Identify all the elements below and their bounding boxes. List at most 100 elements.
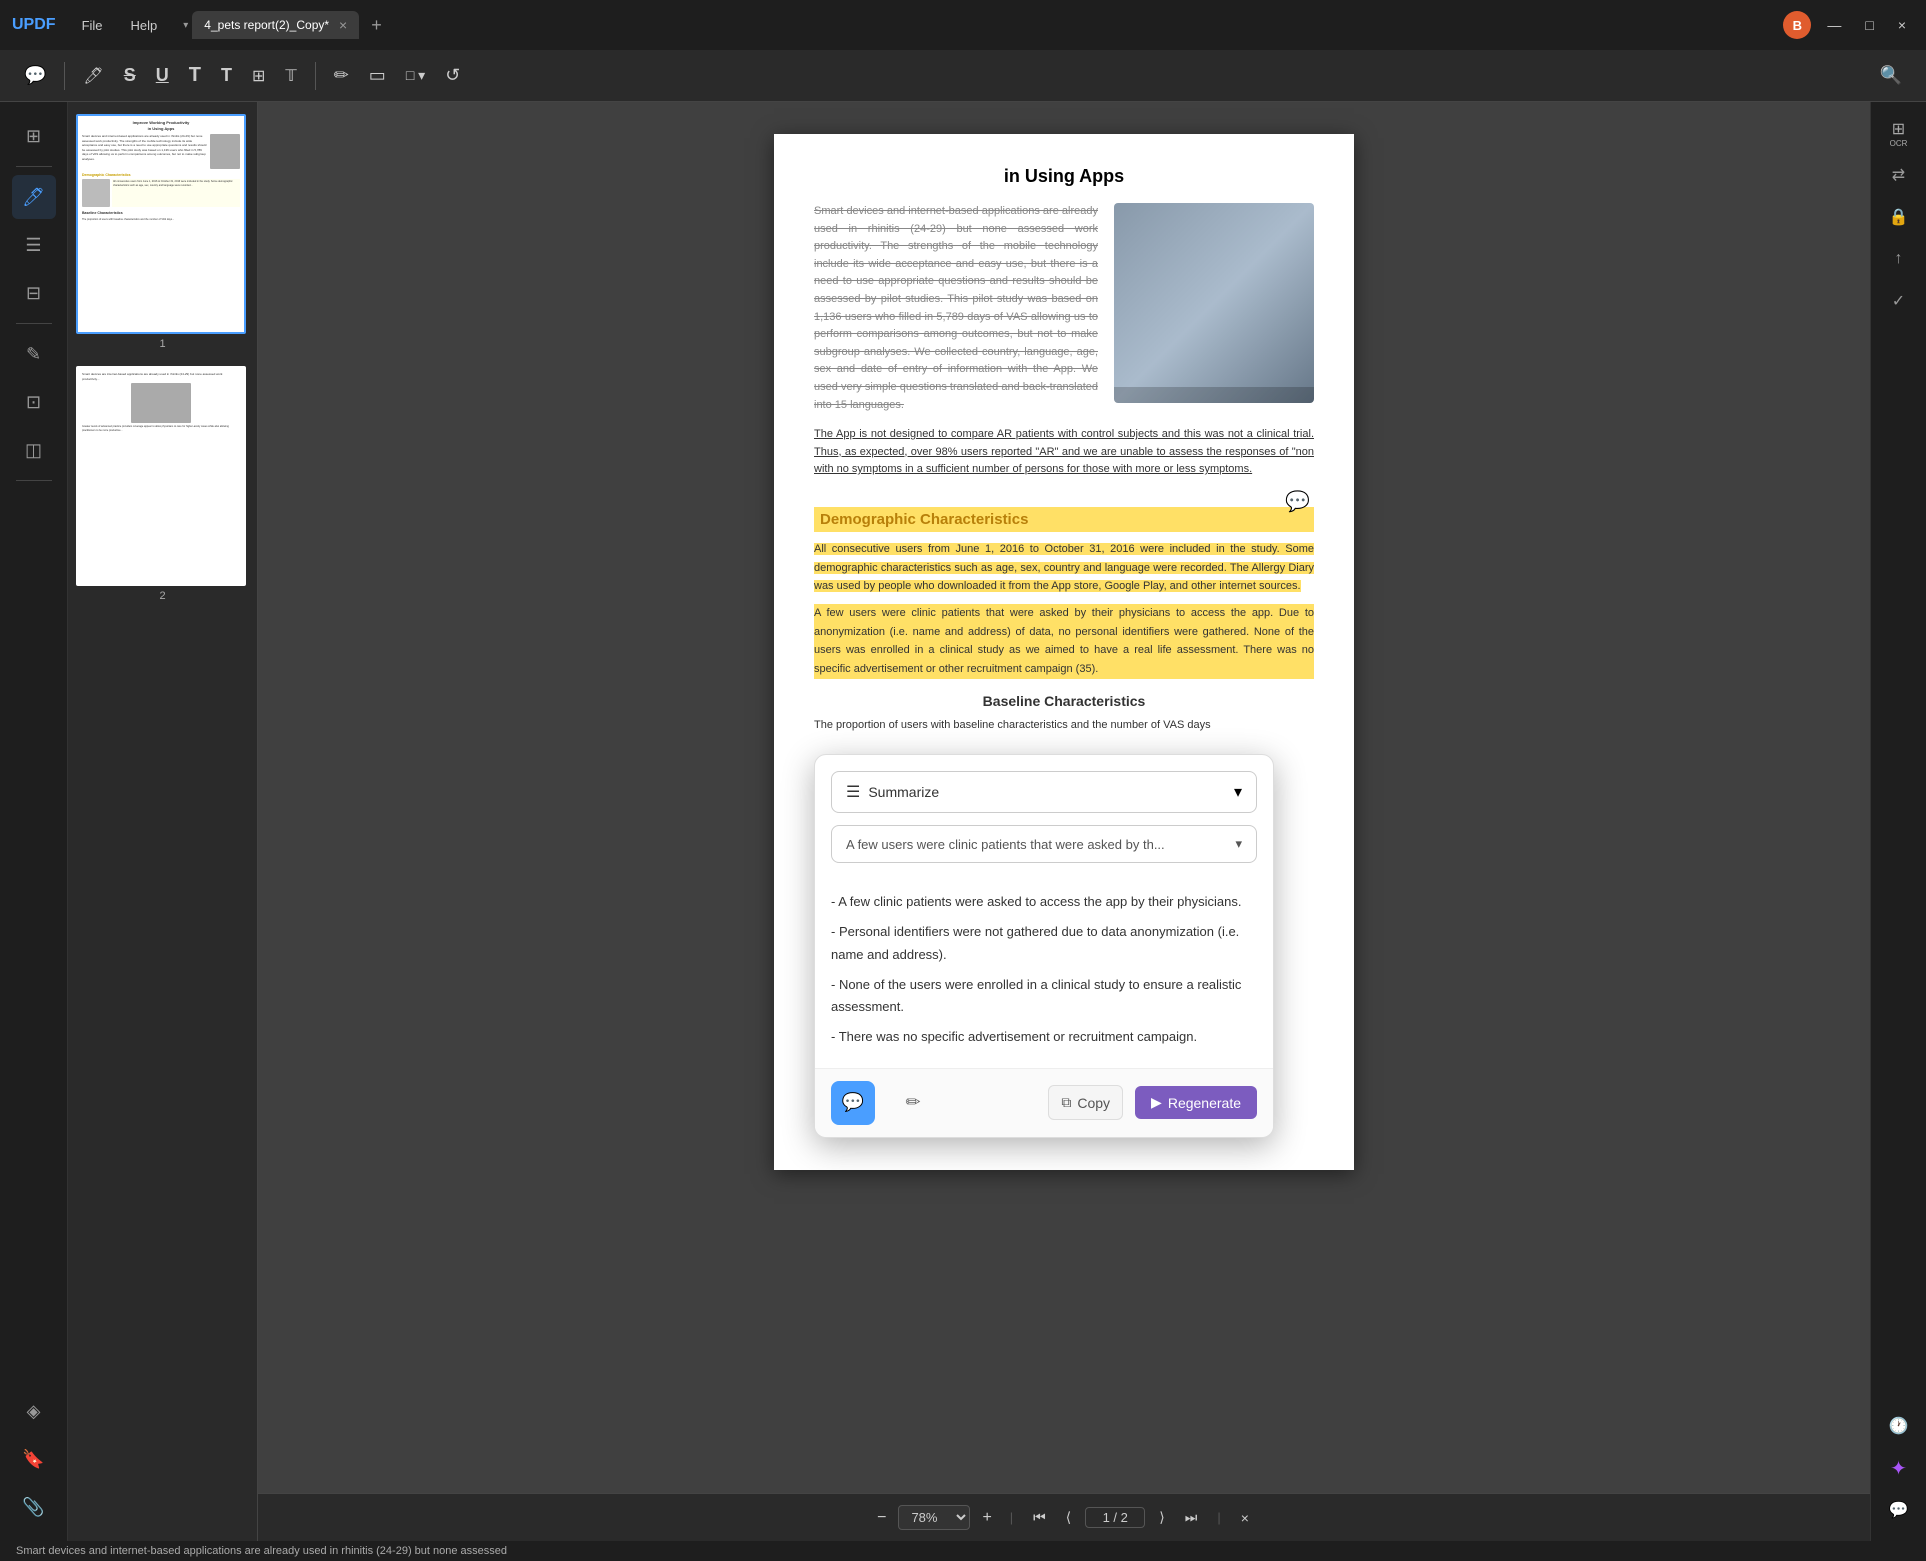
history-icon[interactable]: 🕐 xyxy=(1880,1407,1918,1445)
text-format-btn[interactable]: 𝕋 xyxy=(277,60,304,92)
tab-area: ▾ 4_pets report(2)_Copy* × + xyxy=(183,11,1775,39)
pdf-scroll[interactable]: in Using Apps Smart devices and internet… xyxy=(258,102,1870,1493)
layers-icon[interactable]: ◈ xyxy=(12,1389,56,1433)
text-btn[interactable]: T xyxy=(181,58,209,93)
bottom-status-bar: Smart devices and internet-based applica… xyxy=(0,1541,1926,1561)
comment-bubble-icon[interactable]: 💬 xyxy=(1285,489,1310,514)
tab-dropdown-arrow[interactable]: ▾ xyxy=(183,20,188,31)
underline-btn[interactable]: U xyxy=(148,59,177,92)
main-area: ⊞ 🖊 ☰ ⊟ ✎ ⊡ ◫ ◈ 🔖 📎 Improve Working Prod… xyxy=(0,102,1926,1541)
highlight-btn[interactable]: 🖊 xyxy=(75,60,111,92)
grid-icon[interactable]: ⊟ xyxy=(12,271,56,315)
pdf-intro-text: Smart devices and internet-based applica… xyxy=(814,203,1098,414)
paperclip-icon[interactable]: 📎 xyxy=(12,1485,56,1529)
pdf-area: in Using Apps Smart devices and internet… xyxy=(258,102,1870,1541)
thumbnail-panel: Improve Working Productivityin Using App… xyxy=(68,102,258,1541)
toolbar: 💬 🖊 S U T T ⊞ 𝕋 ✏ ▭ □ ▾ ↺ 🔍 xyxy=(0,50,1926,102)
list-icon-small: ☰ xyxy=(846,782,860,802)
win-close[interactable]: × xyxy=(1890,13,1914,37)
top-bar: UPDF File Help ▾ 4_pets report(2)_Copy* … xyxy=(0,0,1926,50)
page-sep: | xyxy=(1217,1510,1220,1525)
nav-last-btn[interactable]: ⏭ xyxy=(1179,1505,1204,1530)
thumb-img-2: Smart devices are internet-based applica… xyxy=(76,366,246,586)
thumbnail-page-1[interactable]: Improve Working Productivityin Using App… xyxy=(76,114,249,350)
menu-help[interactable]: Help xyxy=(121,14,168,37)
ai-sparkle-icon[interactable]: ✦ xyxy=(1880,1449,1918,1487)
regenerate-button[interactable]: ▶ Regenerate xyxy=(1135,1086,1257,1119)
toolbar-sep2 xyxy=(315,62,316,90)
nav-prev-btn[interactable]: ⟨ xyxy=(1060,1505,1077,1530)
ai-action-btns: ⧉ Copy ▶ Regenerate xyxy=(1048,1085,1257,1120)
convert-icon[interactable]: ⇄ xyxy=(1880,156,1918,194)
highlight-demographic-1: All consecutive users from June 1, 2016 … xyxy=(814,543,1314,592)
ai-panel: ☰ Summarize ▾ A few users were clinic pa… xyxy=(814,754,1274,1138)
nav-next-btn[interactable]: ⟩ xyxy=(1153,1505,1170,1530)
text-edit-btn[interactable]: ⊞ xyxy=(244,60,273,92)
pdf-wrapper: in Using Apps Smart devices and internet… xyxy=(258,102,1870,1202)
protect-icon[interactable]: 🔒 xyxy=(1880,198,1918,236)
search-btn[interactable]: 🔍 xyxy=(1872,59,1910,92)
tab-active[interactable]: 4_pets report(2)_Copy* × xyxy=(192,11,359,39)
pdf-demographic-text2: A few users were clinic patients that we… xyxy=(814,604,1314,679)
list-icon[interactable]: ☰ xyxy=(12,223,56,267)
bookmark-icon[interactable]: 🔖 xyxy=(12,1437,56,1481)
ocr-icon[interactable]: ⊞ OCR xyxy=(1880,114,1918,152)
ai-pencil-btn[interactable]: ✏ xyxy=(891,1081,935,1125)
ai-content-line-1: - A few clinic patients were asked to ac… xyxy=(831,891,1257,913)
form-icon[interactable]: ◫ xyxy=(12,428,56,472)
shape-btn[interactable]: ▭ xyxy=(361,59,394,92)
chat-right-icon[interactable]: 💬 xyxy=(1880,1491,1918,1529)
ai-footer: 💬 ✏ ⧉ Copy ▶ Regenerate xyxy=(815,1068,1273,1137)
menu-file[interactable]: File xyxy=(72,14,113,37)
sidebar-sep2 xyxy=(16,323,52,324)
zoom-out-btn[interactable]: − xyxy=(873,1505,890,1531)
win-minimize[interactable]: — xyxy=(1819,13,1849,37)
sidebar-sep1 xyxy=(16,166,52,167)
ai-result-label: A few users were clinic patients that we… xyxy=(846,837,1165,852)
highlight-tool-icon[interactable]: 🖊 xyxy=(12,175,56,219)
pdf-baseline-text: The proportion of users with baseline ch… xyxy=(814,717,1314,735)
thumbnail-page-2[interactable]: Smart devices are internet-based applica… xyxy=(76,366,249,602)
ai-result-select[interactable]: A few users were clinic patients that we… xyxy=(831,825,1257,863)
pdf-baseline-title: Baseline Characteristics xyxy=(814,693,1314,709)
thumb-img-1: Improve Working Productivityin Using App… xyxy=(76,114,246,334)
copy-button[interactable]: ⧉ Copy xyxy=(1048,1085,1123,1120)
app-logo: UPDF xyxy=(12,16,56,34)
ai-content-line-4: - There was no specific advertisement or… xyxy=(831,1026,1257,1048)
edit-icon[interactable]: ✎ xyxy=(12,332,56,376)
rect-btn[interactable]: □ ▾ xyxy=(398,61,433,90)
result-arrow-icon: ▾ xyxy=(1235,836,1242,852)
copy-icon: ⧉ xyxy=(1061,1094,1071,1111)
tab-add-btn[interactable]: + xyxy=(363,15,390,36)
status-text: Smart devices and internet-based applica… xyxy=(16,1545,507,1557)
left-sidebar: ⊞ 🖊 ☰ ⊟ ✎ ⊡ ◫ ◈ 🔖 📎 xyxy=(0,102,68,1541)
page-view-icon[interactable]: ⊞ xyxy=(12,114,56,158)
pdf-app-paragraph: The App is not designed to compare AR pa… xyxy=(814,426,1314,479)
comment-btn[interactable]: 💬 xyxy=(16,59,54,92)
text-box-btn[interactable]: T xyxy=(213,59,240,92)
tab-close-btn[interactable]: × xyxy=(339,17,347,33)
ai-dropdown-text: Summarize xyxy=(868,784,939,800)
zoom-sep: | xyxy=(1010,1510,1013,1525)
zoom-select[interactable]: 78% 100% 125% 150% xyxy=(898,1505,970,1530)
export-icon[interactable]: ↑ xyxy=(1880,240,1918,278)
strikethrough-btn[interactable]: S xyxy=(116,59,144,92)
ai-footer-icon-group: 💬 ✏ xyxy=(831,1081,935,1125)
pdf-left-col: Smart devices and internet-based applica… xyxy=(814,203,1098,414)
regenerate-label: Regenerate xyxy=(1168,1095,1241,1111)
ai-content-line-3: - None of the users were enrolled in a c… xyxy=(831,974,1257,1018)
pdf-page-1: in Using Apps Smart devices and internet… xyxy=(774,134,1354,1170)
win-maximize[interactable]: □ xyxy=(1857,13,1881,37)
zoom-in-btn[interactable]: + xyxy=(978,1505,995,1531)
panel-close-btn[interactable]: × xyxy=(1235,1506,1255,1530)
top-right-controls: B — □ × xyxy=(1783,11,1914,39)
page-indicator: 1 / 2 xyxy=(1085,1507,1145,1528)
ai-summarize-dropdown[interactable]: ☰ Summarize ▾ xyxy=(831,771,1257,813)
check-icon[interactable]: ✓ xyxy=(1880,282,1918,320)
user-avatar[interactable]: B xyxy=(1783,11,1811,39)
stamp-icon[interactable]: ⊡ xyxy=(12,380,56,424)
nav-first-btn[interactable]: ⏮ xyxy=(1027,1505,1052,1530)
ai-chat-active-btn[interactable]: 💬 xyxy=(831,1081,875,1125)
draw-btn[interactable]: ✏ xyxy=(326,59,357,92)
rotate-btn[interactable]: ↺ xyxy=(437,59,468,92)
